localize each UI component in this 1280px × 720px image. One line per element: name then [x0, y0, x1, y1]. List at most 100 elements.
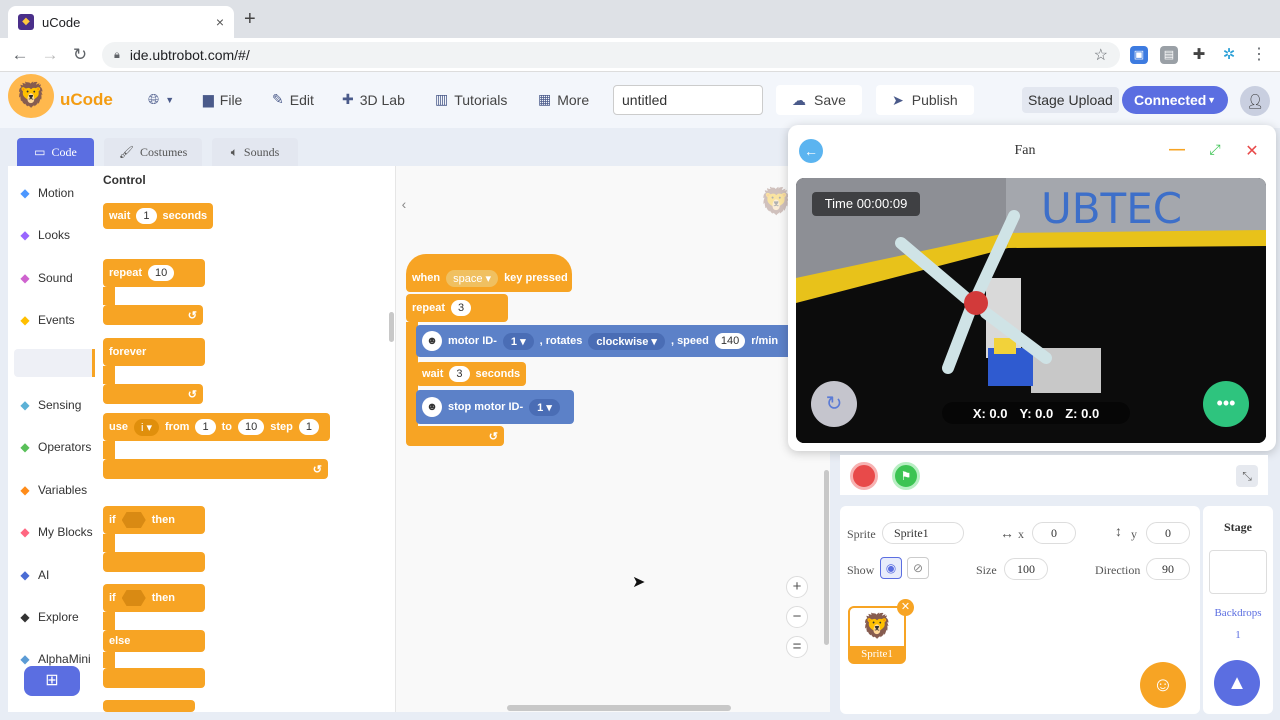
condition-slot[interactable]	[121, 512, 146, 528]
palette-next-block[interactable]	[103, 700, 195, 712]
motor-rotate-block[interactable]: ☻ motor ID- 1 ▾ , rotates clockwise ▾ , …	[416, 325, 788, 357]
palette-forever-block[interactable]: forever	[103, 338, 205, 366]
connected-button[interactable]: Connected ▼	[1122, 86, 1228, 114]
palette-wait-block[interactable]: wait 1 seconds	[103, 203, 214, 229]
edit-menu[interactable]: ✎ Edit	[272, 91, 314, 108]
user-avatar[interactable]: 👤︎	[1240, 86, 1270, 116]
bookmark-star-icon[interactable]: ☆	[1094, 45, 1108, 65]
condition-slot[interactable]	[121, 590, 146, 606]
green-flag-button[interactable]: ⚑	[892, 462, 920, 490]
sprite-card[interactable]: 🦁 Sprite1	[848, 606, 906, 664]
block-input[interactable]: 1	[136, 208, 157, 224]
zoom-in-button[interactable]: +	[786, 576, 808, 598]
category-sound[interactable]: ◆ Sound	[18, 271, 72, 285]
category-looks[interactable]: ◆ Looks	[18, 228, 70, 242]
direction-input[interactable]: 90	[1146, 558, 1190, 580]
3d-lab-menu[interactable]: ✚ 3D Lab	[342, 91, 405, 108]
browser-tab[interactable]: ◆ uCode ×	[8, 6, 234, 38]
x-input[interactable]: 0	[1032, 522, 1076, 544]
block-input[interactable]: 1	[195, 419, 216, 435]
language-menu[interactable]: 🌐︎ ▼	[148, 91, 174, 108]
stop-button[interactable]	[850, 462, 878, 490]
sprite-name-input[interactable]: Sprite1	[882, 522, 964, 544]
project-title-input[interactable]	[613, 85, 763, 115]
stage-thumbnail[interactable]	[1209, 550, 1267, 594]
tab-sounds[interactable]: 🔈︎ Sounds	[212, 138, 298, 166]
tab-costumes[interactable]: 🖌︎ Costumes	[104, 138, 202, 166]
size-input[interactable]: 100	[1004, 558, 1048, 580]
category-alphamini[interactable]: ◆ AlphaMini	[18, 652, 90, 666]
block-input[interactable]: 10	[148, 265, 175, 281]
stop-motor-block[interactable]: ☻ stop motor ID- 1 ▾	[416, 390, 574, 424]
close-icon[interactable]: ✕	[1242, 141, 1262, 161]
delete-sprite-icon[interactable]: ✕	[897, 599, 914, 616]
forward-arrow-icon[interactable]: →	[40, 45, 60, 65]
back-arrow-icon[interactable]: ←	[799, 139, 823, 163]
zoom-reset-button[interactable]: =	[786, 636, 808, 658]
add-extension-button[interactable]: ⊞	[24, 666, 80, 696]
add-sprite-button[interactable]: ☺	[1140, 662, 1186, 708]
connected-label: Connected	[1134, 92, 1207, 108]
show-visible-icon[interactable]: ◉	[880, 557, 902, 579]
more-menu[interactable]: ▦ More	[538, 91, 589, 108]
browser-menu-icon[interactable]: ⋮	[1250, 46, 1268, 64]
hide-icon[interactable]: ⊘	[907, 557, 929, 579]
fullscreen-icon[interactable]: ⤡	[1236, 465, 1258, 487]
palette-if-else-block[interactable]: if then	[103, 584, 205, 612]
category-variables[interactable]: ◆ Variables	[18, 483, 87, 497]
reload-icon[interactable]: ↻	[70, 45, 90, 65]
file-menu[interactable]: ▆ File	[203, 91, 242, 108]
extensions-puzzle-icon[interactable]: ✚	[1190, 46, 1208, 64]
workspace-vertical-scrollbar[interactable]	[824, 470, 829, 645]
stop-motor-id-dropdown[interactable]: 1 ▾	[529, 398, 560, 416]
repeat-count-input[interactable]: 3	[451, 300, 472, 316]
minimize-icon[interactable]: —	[1167, 141, 1187, 161]
category-ai[interactable]: ◆ AI	[18, 568, 49, 582]
when-key-pressed-block[interactable]: when space ▾ key pressed	[406, 254, 572, 292]
collapse-palette-icon[interactable]: ‹	[396, 196, 412, 214]
new-tab-button[interactable]: +	[244, 9, 256, 29]
publish-button[interactable]: ➤ Publish	[876, 85, 974, 115]
palette-repeat-block[interactable]: repeat 10	[103, 259, 205, 287]
zoom-extension-icon[interactable]: ▣	[1130, 46, 1148, 64]
save-button[interactable]: ☁ Save	[776, 85, 862, 115]
reset-view-button[interactable]: ↻	[811, 381, 857, 427]
add-backdrop-button[interactable]: ▲	[1214, 660, 1260, 706]
wait-seconds-input[interactable]: 3	[449, 366, 470, 382]
profile-extension-icon[interactable]: ✲	[1220, 46, 1238, 64]
category-motion[interactable]: ◆ Motion	[18, 186, 74, 200]
repeat-block[interactable]: repeat 3	[406, 294, 508, 322]
category-selected-highlight	[14, 349, 94, 377]
block-input[interactable]: 10	[237, 419, 265, 435]
category-operators[interactable]: ◆ Operators	[18, 440, 91, 454]
more-options-button[interactable]: •••	[1203, 381, 1249, 427]
extension-icon[interactable]: ▤	[1160, 46, 1178, 64]
category-events[interactable]: ◆ Events	[18, 313, 74, 327]
wait-block[interactable]: wait 3 seconds	[416, 362, 526, 386]
else-bar: else	[103, 630, 205, 652]
key-value: space	[453, 272, 483, 285]
category-my-blocks[interactable]: ◆ My Blocks	[18, 525, 92, 539]
expand-icon[interactable]: ⤢	[1205, 141, 1225, 161]
palette-scrollbar[interactable]	[389, 312, 394, 342]
direction-dropdown[interactable]: clockwise ▾	[588, 332, 665, 350]
tab-close-icon[interactable]: ×	[216, 14, 224, 30]
y-input[interactable]: 0	[1146, 522, 1190, 544]
url-field[interactable]: 🔒︎ ide.ubtrobot.com/#/ ☆	[102, 42, 1120, 68]
category-sensing[interactable]: ◆ Sensing	[18, 398, 81, 412]
3d-lab-label: 3D Lab	[359, 91, 405, 108]
category-explore[interactable]: ◆ Explore	[18, 610, 78, 624]
tutorials-menu[interactable]: ▥ Tutorials	[435, 91, 507, 108]
stage-upload-button[interactable]: Stage Upload	[1022, 87, 1119, 113]
variable-dropdown[interactable]: i ▾	[133, 418, 159, 436]
block-input[interactable]: 1	[298, 419, 319, 435]
palette-use-block[interactable]: use i ▾ from 1 to 10 step 1	[103, 413, 330, 441]
back-arrow-icon[interactable]: ←	[10, 45, 30, 65]
tab-code[interactable]: ▭ Code	[17, 138, 94, 166]
speed-input[interactable]: 140	[714, 333, 746, 349]
palette-if-then-block[interactable]: if then	[103, 506, 205, 534]
zoom-out-button[interactable]: −	[786, 606, 808, 628]
workspace-horizontal-scrollbar[interactable]	[507, 705, 731, 711]
motor-id-dropdown[interactable]: 1 ▾	[502, 332, 534, 350]
key-dropdown[interactable]: space ▾	[446, 269, 499, 287]
